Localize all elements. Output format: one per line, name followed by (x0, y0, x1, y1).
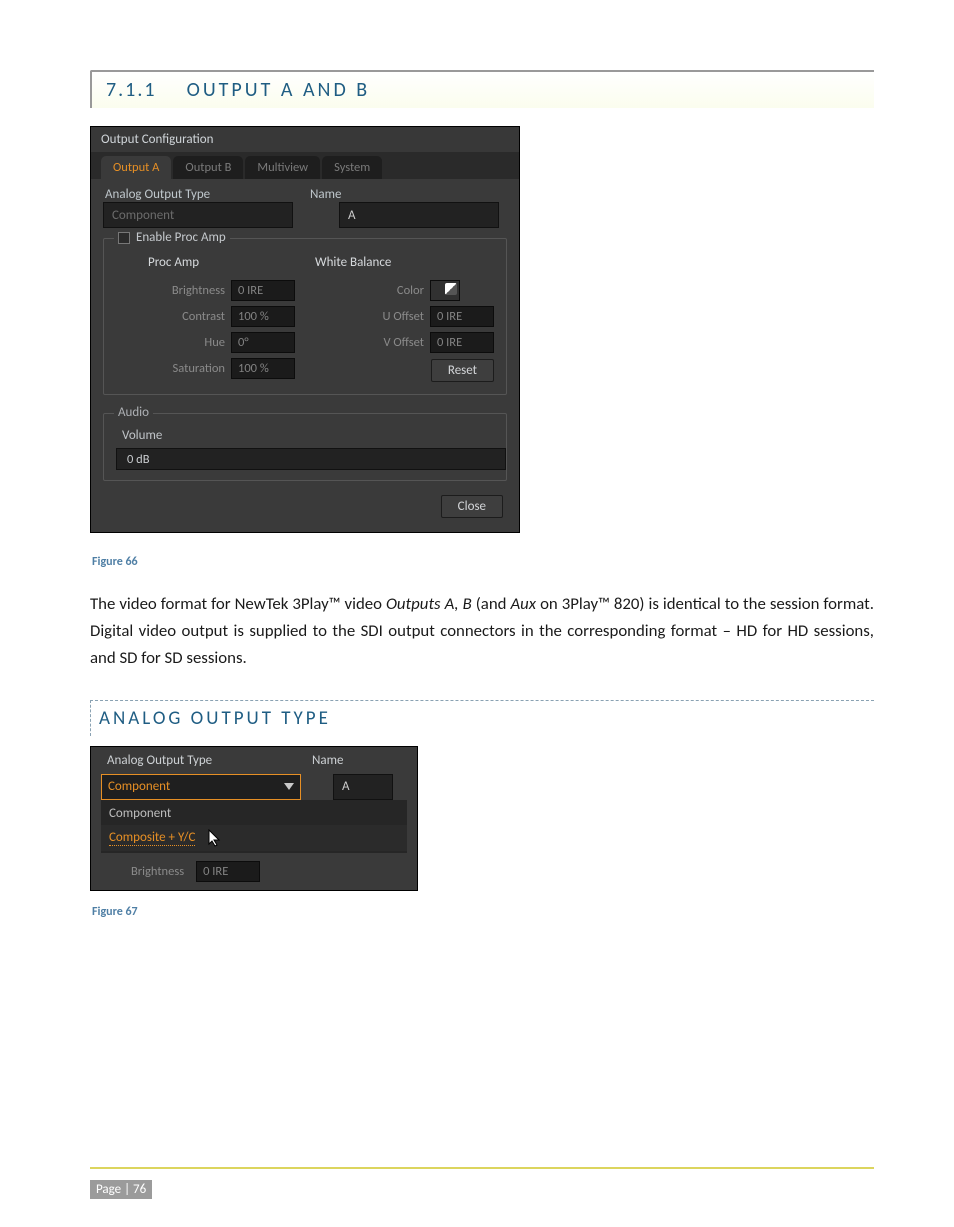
hue-input[interactable]: 0° (231, 332, 295, 353)
enable-proc-amp-checkbox[interactable] (118, 232, 130, 244)
name-value: A (348, 208, 356, 223)
eyedropper-icon (445, 283, 457, 295)
name-label: Name (310, 187, 341, 202)
u-offset-input[interactable]: 0 IRE (430, 306, 494, 327)
saturation-label: Saturation (173, 361, 225, 376)
volume-slider[interactable]: 0 dB (116, 448, 506, 470)
volume-value: 0 dB (127, 452, 150, 467)
section-title: OUTPUT A AND B (187, 78, 371, 102)
analog-output-type-select[interactable]: Component (103, 202, 293, 228)
proc-amp-title: Proc Amp (148, 255, 295, 270)
analog-output-mini-panel: Analog Output Type Name Component A Comp… (90, 746, 418, 891)
combo-dropdown: Component Composite + Y/C (101, 800, 407, 853)
white-balance-title: White Balance (315, 255, 494, 270)
analog-output-type-header: ANALOG OUTPUT TYPE (90, 700, 874, 736)
enable-proc-amp-label: Enable Proc Amp (136, 230, 226, 245)
tab-system[interactable]: System (322, 156, 382, 179)
volume-label: Volume (122, 428, 494, 443)
dialog-title: Output Configuration (91, 127, 519, 152)
mini-brightness-input[interactable]: 0 IRE (196, 861, 260, 882)
proc-amp-fieldset: Enable Proc Amp Proc Amp Brightness 0 IR… (103, 238, 507, 395)
section-header: 7.1.1 OUTPUT A AND B (90, 70, 874, 108)
color-label: Color (397, 283, 424, 298)
color-swatch[interactable] (430, 280, 460, 301)
reset-button[interactable]: Reset (431, 359, 494, 382)
mini-name-label: Name (312, 753, 343, 768)
body-paragraph: The video format for NewTek 3Play™ video… (90, 591, 874, 672)
v-offset-label: V Offset (383, 335, 424, 350)
close-button[interactable]: Close (441, 495, 503, 518)
contrast-input[interactable]: 100 % (231, 306, 295, 327)
u-offset-label: U Offset (383, 309, 424, 324)
option-component[interactable]: Component (101, 802, 407, 825)
contrast-label: Contrast (182, 309, 225, 324)
tab-panel: Analog Output Type Name Component A Enab… (91, 179, 519, 532)
figure-66-caption: Figure 66 (92, 555, 874, 569)
mini-brightness-label: Brightness (131, 864, 184, 879)
brightness-input[interactable]: 0 IRE (231, 280, 295, 301)
tab-output-a[interactable]: Output A (101, 156, 171, 179)
tab-output-b[interactable]: Output B (173, 156, 243, 179)
analog-output-type-value: Component (112, 208, 174, 223)
audio-legend: Audio (114, 405, 153, 420)
tab-row: Output A Output B Multiview System (91, 152, 519, 179)
analog-output-combo[interactable]: Component (101, 774, 301, 800)
page-number: Page | 76 (90, 1180, 152, 1199)
analog-output-type-heading: ANALOG OUTPUT TYPE (99, 707, 331, 730)
combo-value: Component (108, 779, 170, 794)
tab-multiview[interactable]: Multiview (245, 156, 320, 179)
hue-label: Hue (204, 335, 225, 350)
brightness-label: Brightness (172, 283, 225, 298)
figure-66: Output Configuration Output A Output B M… (90, 126, 874, 533)
footer-rule (90, 1167, 874, 1169)
section-number: 7.1.1 (106, 78, 157, 102)
analog-output-type-label: Analog Output Type (105, 187, 310, 202)
chevron-down-icon (284, 783, 294, 790)
name-input[interactable]: A (339, 202, 499, 228)
saturation-input[interactable]: 100 % (231, 358, 295, 379)
output-config-dialog: Output Configuration Output A Output B M… (90, 126, 520, 533)
figure-67: Analog Output Type Name Component A Comp… (90, 746, 874, 891)
mini-type-label: Analog Output Type (107, 753, 312, 768)
audio-fieldset: Audio Volume 0 dB (103, 413, 507, 481)
mini-name-input[interactable]: A (333, 774, 393, 800)
v-offset-input[interactable]: 0 IRE (430, 332, 494, 353)
figure-67-caption: Figure 67 (92, 905, 874, 919)
cursor-icon (208, 829, 222, 847)
option-composite-yc[interactable]: Composite + Y/C (101, 825, 407, 851)
